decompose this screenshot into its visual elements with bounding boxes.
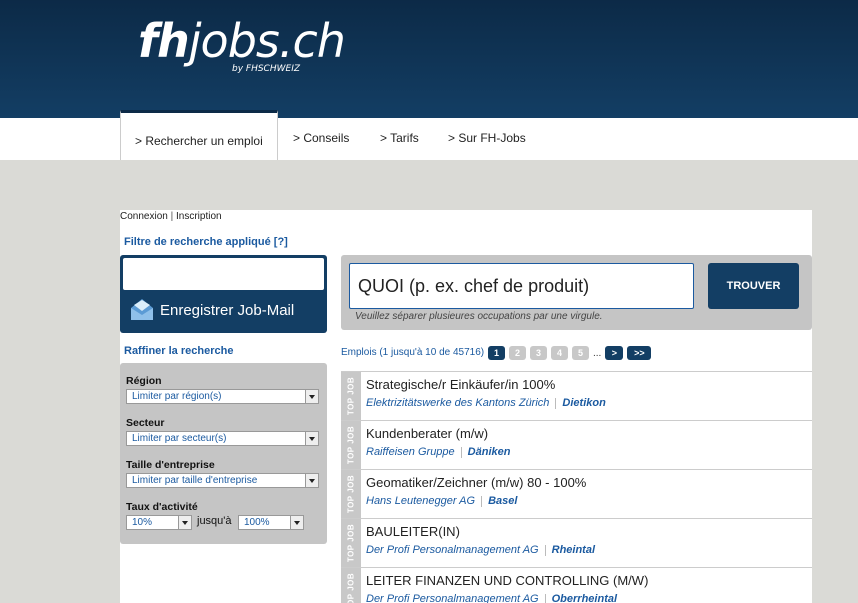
results-count: Emplois (1 jusqu'à 10 de 45716): [341, 347, 485, 358]
job-row[interactable]: TOP JOB Geomatiker/Zeichner (m/w) 80 - 1…: [341, 469, 812, 518]
activity-from-value: 10%: [132, 517, 153, 528]
filter-title-text: Filtre de recherche appliqué: [124, 236, 271, 248]
filter-help-link[interactable]: [?]: [274, 236, 288, 248]
logo-rest: jobs.ch: [188, 14, 346, 68]
top-job-tag-label: TOP JOB: [346, 523, 356, 563]
account-links: Connexion | Inscription: [120, 211, 222, 222]
refine-panel: Région Limiter par région(s) Secteur Lim…: [120, 363, 327, 544]
job-title[interactable]: LEITER FINANZEN UND CONTROLLING (M/W): [366, 573, 648, 588]
site-logo[interactable]: fhjobs.ch by FHSCHWEIZ: [138, 14, 346, 74]
main-nav: > Rechercher un emploi > Conseils > Tari…: [0, 110, 858, 160]
job-list: TOP JOB Strategische/r Einkäufer/in 100%…: [341, 371, 812, 603]
top-job-tag-label: TOP JOB: [346, 376, 356, 416]
nav-about[interactable]: > Sur FH-Jobs: [448, 118, 526, 160]
job-meta-divider: [544, 593, 546, 603]
chevron-down-icon: [305, 390, 318, 403]
job-meta: Der Profi Personalmanagement AG Rheintal: [366, 544, 595, 556]
job-company[interactable]: Der Profi Personalmanagement AG: [366, 593, 539, 603]
sector-label: Secteur: [126, 417, 165, 429]
register-link[interactable]: Inscription: [176, 211, 222, 222]
job-meta: Elektrizitätswerke des Kantons Zürich Die…: [366, 397, 606, 409]
next-page-button[interactable]: >: [605, 346, 624, 360]
job-company[interactable]: Hans Leutenegger AG: [366, 495, 475, 507]
region-select-value: Limiter par région(s): [132, 391, 222, 402]
top-job-tag: TOP JOB: [341, 519, 361, 567]
activity-to-value: 100%: [244, 517, 270, 528]
company-size-label: Taille d'entreprise: [126, 459, 215, 471]
job-company[interactable]: Raiffeisen Gruppe: [366, 446, 455, 458]
job-meta: Der Profi Personalmanagement AG Oberrhein…: [366, 593, 617, 603]
page-button-1[interactable]: 1: [488, 346, 505, 360]
job-company[interactable]: Elektrizitätswerke des Kantons Zürich: [366, 397, 549, 409]
account-separator: |: [170, 211, 174, 222]
sector-select[interactable]: Limiter par secteur(s): [126, 431, 319, 446]
job-row[interactable]: TOP JOB LEITER FINANZEN UND CONTROLLING …: [341, 567, 812, 603]
activity-rate-label: Taux d'activité: [126, 501, 198, 513]
nav-advice[interactable]: > Conseils: [293, 118, 349, 160]
job-meta-divider: [555, 397, 557, 409]
page-button-5[interactable]: 5: [572, 346, 589, 360]
pagination: 1 2 3 4 5 ... > >>: [488, 346, 655, 360]
company-size-select[interactable]: Limiter par taille d'entreprise: [126, 473, 319, 488]
job-company[interactable]: Der Profi Personalmanagement AG: [366, 544, 539, 556]
page-button-2[interactable]: 2: [509, 346, 526, 360]
top-job-tag: TOP JOB: [341, 470, 361, 518]
top-job-tag-label: TOP JOB: [346, 572, 356, 603]
job-title[interactable]: Kundenberater (m/w): [366, 426, 488, 441]
region-select[interactable]: Limiter par région(s): [126, 389, 319, 404]
chevron-down-icon: [305, 432, 318, 445]
chevron-down-icon: [178, 516, 191, 529]
job-row[interactable]: TOP JOB Strategische/r Einkäufer/in 100%…: [341, 371, 812, 420]
search-input[interactable]: QUOI (p. ex. chef de produit): [349, 263, 694, 309]
logo-bold: fh: [138, 14, 190, 68]
site-header: fhjobs.ch by FHSCHWEIZ: [0, 0, 858, 118]
top-job-tag-label: TOP JOB: [346, 425, 356, 465]
job-location[interactable]: Rheintal: [552, 544, 595, 556]
job-location[interactable]: Basel: [488, 495, 517, 507]
sector-select-value: Limiter par secteur(s): [132, 433, 227, 444]
job-meta: Hans Leutenegger AG Basel: [366, 495, 517, 507]
top-job-tag: TOP JOB: [341, 421, 361, 469]
job-title[interactable]: Strategische/r Einkäufer/in 100%: [366, 377, 555, 392]
search-hint: Veuillez séparer plusieures occupations …: [355, 311, 603, 322]
job-row[interactable]: TOP JOB BAULEITER(IN) Der Profi Personal…: [341, 518, 812, 567]
job-row[interactable]: TOP JOB Kundenberater (m/w) Raiffeisen G…: [341, 420, 812, 469]
company-size-select-value: Limiter par taille d'entreprise: [132, 475, 258, 486]
page-button-4[interactable]: 4: [551, 346, 568, 360]
activity-to-select[interactable]: 100%: [238, 515, 304, 530]
job-location[interactable]: Däniken: [468, 446, 511, 458]
applied-filter-field[interactable]: [123, 258, 324, 290]
save-jobmail-button[interactable]: Enregistrer Job-Mail: [128, 295, 294, 325]
activity-to-label: jusqu'à: [197, 515, 232, 527]
last-page-button[interactable]: >>: [627, 346, 652, 360]
nav-pricing[interactable]: > Tarifs: [380, 118, 419, 160]
page-button-3[interactable]: 3: [530, 346, 547, 360]
job-meta: Raiffeisen Gruppe Däniken: [366, 446, 510, 458]
jobmail-panel: Enregistrer Job-Mail: [120, 255, 327, 333]
region-label: Région: [126, 375, 162, 387]
job-title[interactable]: BAULEITER(IN): [366, 524, 460, 539]
search-panel: QUOI (p. ex. chef de produit) Veuillez s…: [341, 255, 812, 330]
applied-filter-title: Filtre de recherche appliqué [?]: [124, 236, 288, 248]
job-location[interactable]: Dietikon: [562, 397, 605, 409]
top-job-tag: TOP JOB: [341, 372, 361, 420]
top-job-tag-label: TOP JOB: [346, 474, 356, 514]
logo-subtitle: by FHSCHWEIZ: [232, 64, 301, 74]
jobmail-label: Enregistrer Job-Mail: [160, 301, 295, 319]
job-title[interactable]: Geomatiker/Zeichner (m/w) 80 - 100%: [366, 475, 586, 490]
chevron-down-icon: [290, 516, 303, 529]
activity-from-select[interactable]: 10%: [126, 515, 192, 530]
envelope-icon: [131, 299, 153, 320]
refine-title: Raffiner la recherche: [124, 345, 234, 357]
login-link[interactable]: Connexion: [120, 211, 168, 222]
top-job-tag: TOP JOB: [341, 568, 361, 603]
search-button[interactable]: TROUVER: [708, 263, 799, 309]
job-meta-divider: [481, 495, 483, 507]
nav-search-jobs[interactable]: > Rechercher un emploi: [120, 110, 278, 160]
job-location[interactable]: Oberrheintal: [552, 593, 617, 603]
job-meta-divider: [460, 446, 462, 458]
page-ellipsis: ...: [593, 347, 602, 359]
job-meta-divider: [544, 544, 546, 556]
chevron-down-icon: [305, 474, 318, 487]
